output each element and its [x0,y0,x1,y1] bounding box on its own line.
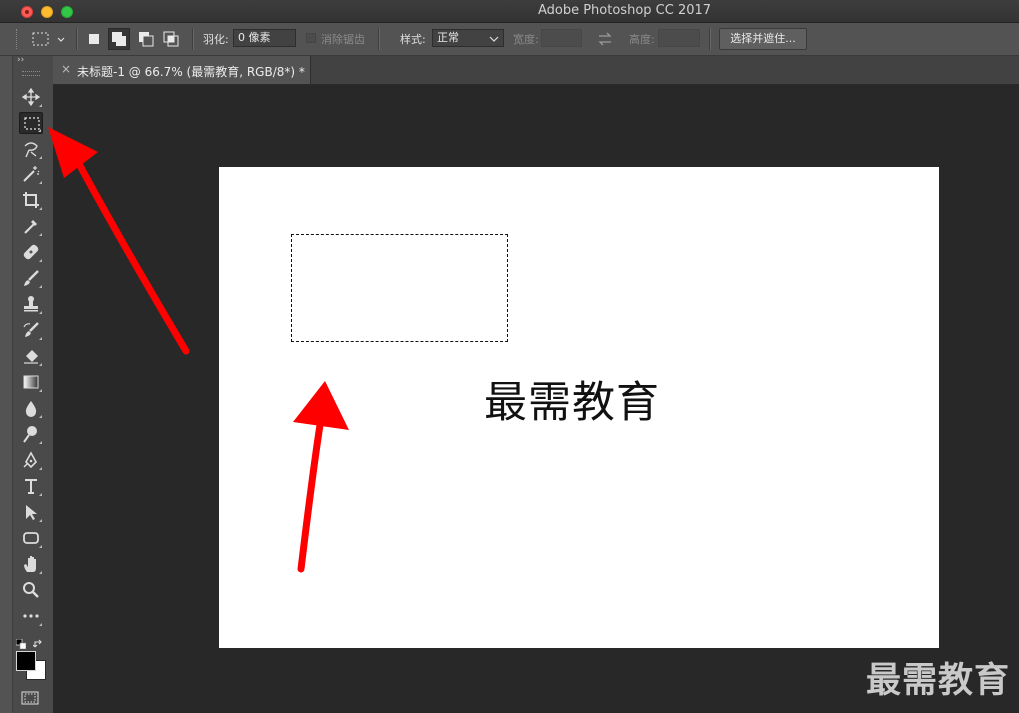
dodge-tool[interactable] [19,423,43,445]
swap-width-height-icon[interactable] [597,31,613,47]
chevron-down-icon [489,36,499,42]
pen-tool[interactable] [19,449,43,471]
feather-input[interactable]: 0 像素 [233,29,296,47]
separator [709,28,711,50]
healing-brush-tool[interactable] [19,241,43,263]
edit-toolbar-icon [23,614,39,618]
foreground-color-swatch[interactable] [16,651,36,671]
clone-stamp-tool[interactable] [19,293,43,315]
style-select-value: 正常 [437,31,459,44]
close-tab-icon[interactable]: × [61,62,71,76]
toolbox-collapse-icon[interactable]: ›› [17,55,24,65]
hand-tool[interactable] [19,553,43,575]
clone-stamp-tool-icon [24,296,38,312]
options-bar: 羽化: 0 像素 消除锯齿 样式: 正常 宽度: 高度: 选择并遮住... [0,23,1019,56]
width-label: 宽度: [513,33,539,46]
window-title: Adobe Photoshop CC 2017 [537,3,712,18]
feather-label: 羽化: [203,33,229,46]
watermark: 最需教育 [866,661,1011,701]
history-brush-tool-icon [23,322,39,337]
marquee-selection [291,234,508,342]
separator [378,28,380,50]
gradient-tool[interactable] [19,371,43,393]
style-select[interactable]: 正常 [432,29,504,47]
rectangle-shape-tool-icon [23,532,39,544]
eyedropper-tool-icon [24,220,37,234]
brush-tool[interactable] [19,267,43,289]
rectangular-marquee-tool[interactable] [19,112,43,134]
tool-preset-picker[interactable] [28,29,70,49]
style-label: 样式: [400,33,426,46]
eraser-tool[interactable] [19,345,43,367]
separator [76,28,78,50]
default-colors-icon[interactable] [15,634,27,650]
hand-tool-icon [24,556,36,572]
path-selection-tool-icon [26,505,37,520]
antialias-checkbox[interactable] [306,33,316,43]
crop-tool-icon [23,192,39,208]
eraser-tool-icon [24,350,38,364]
type-tool-icon [25,479,37,494]
edit-toolbar-button[interactable] [19,605,43,627]
document-tab-bar: × 未标题-1 @ 66.7% (最需教育, RGB/8*) * [53,56,1019,85]
options-bar-grip[interactable] [16,29,20,49]
magic-wand-tool[interactable] [19,163,43,185]
height-label: 高度: [629,33,655,46]
canvas-text-layer: 最需教育 [484,378,660,428]
antialias-label: 消除锯齿 [321,33,365,46]
subtract-from-selection-mode-button[interactable] [135,28,157,50]
add-to-selection-mode-button[interactable] [108,28,130,50]
quick-mask-icon[interactable] [21,690,39,705]
dodge-tool-icon [23,426,37,443]
title-bar: Adobe Photoshop CC 2017 [0,0,1019,23]
crop-tool[interactable] [19,189,43,211]
gradient-tool-icon [23,375,39,389]
select-and-mask-button[interactable]: 选择并遮住... [719,28,807,50]
eyedropper-tool[interactable] [19,215,43,237]
zoom-tool-icon [23,582,39,598]
lasso-tool[interactable] [19,138,43,160]
healing-brush-tool-icon [23,244,39,260]
zoom-tool[interactable] [19,579,43,601]
path-selection-tool[interactable] [19,501,43,523]
blur-tool[interactable] [19,397,43,419]
separator [192,28,194,50]
intersect-selection-mode-button[interactable] [160,28,182,50]
height-input[interactable] [658,29,700,47]
magic-wand-tool-icon [23,166,40,182]
document-tab[interactable]: × 未标题-1 @ 66.7% (最需教育, RGB/8*) * [53,56,311,84]
new-selection-mode-button[interactable] [83,28,105,50]
history-brush-tool[interactable] [19,319,43,341]
width-input[interactable] [541,29,582,47]
pen-tool-icon [23,451,37,469]
rectangle-tool[interactable] [19,527,43,549]
toolbox-grip[interactable] [22,71,40,76]
document-tab-label: 未标题-1 @ 66.7% (最需教育, RGB/8*) * [77,65,305,79]
move-tool-icon [22,88,40,106]
type-tool[interactable] [19,475,43,497]
swap-colors-icon[interactable] [32,634,45,648]
lasso-tool-icon [24,142,38,158]
blur-tool-icon [25,401,37,417]
brush-tool-icon [24,270,39,286]
move-tool[interactable] [19,86,43,108]
